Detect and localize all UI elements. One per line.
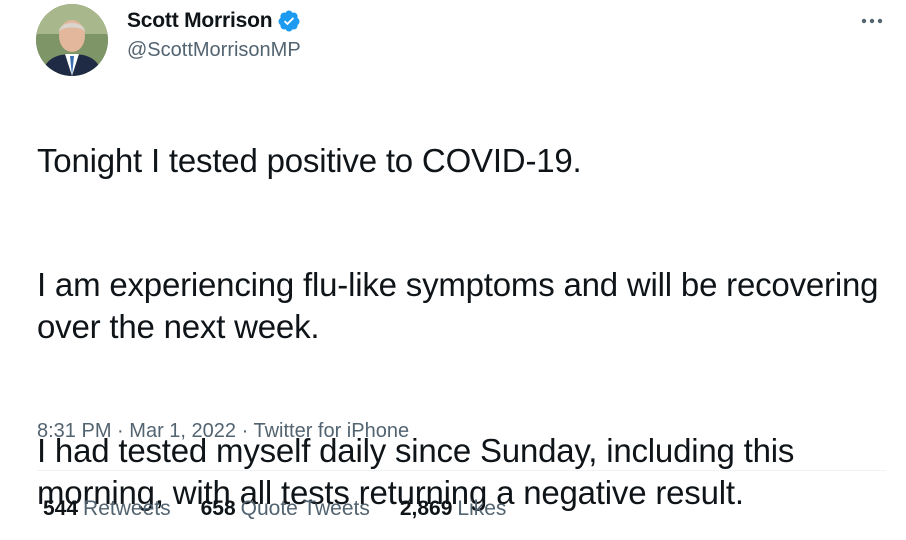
author-handle[interactable]: @ScottMorrisonMP <box>127 39 301 62</box>
retweets-label: Retweets <box>83 497 171 520</box>
tweet-text: Tonight I tested positive to COVID-19. I… <box>37 98 897 540</box>
tweet-time[interactable]: 8:31 PM <box>37 420 111 442</box>
quote-tweets-count: 658 <box>200 497 236 520</box>
more-horizontal-icon <box>861 18 883 24</box>
likes-label: Likes <box>457 497 507 520</box>
divider <box>37 470 886 471</box>
meta-separator: · <box>241 420 249 442</box>
author-name[interactable]: Scott Morrison <box>127 9 273 33</box>
more-options-button[interactable] <box>856 8 888 34</box>
quote-tweets-stat[interactable]: 658 Quote Tweets <box>201 497 370 521</box>
tweet-meta: 8:31 PM · Mar 1, 2022 · Twitter for iPho… <box>37 420 409 443</box>
likes-stat[interactable]: 2,869 Likes <box>400 497 507 521</box>
tweet-paragraph: I am experiencing flu-like symptoms and … <box>37 266 879 345</box>
author-block: Scott Morrison @ScottMorrisonMP <box>127 6 301 62</box>
quote-tweets-label: Quote Tweets <box>240 497 370 520</box>
verified-badge-icon <box>277 9 301 33</box>
retweets-count: 544 <box>43 497 79 520</box>
avatar-portrait-icon <box>36 4 108 76</box>
tweet-date[interactable]: Mar 1, 2022 <box>129 420 236 442</box>
tweet-source[interactable]: Twitter for iPhone <box>253 420 409 442</box>
tweet: Scott Morrison @ScottMorrisonMP Tonight … <box>0 0 906 540</box>
avatar[interactable] <box>36 4 108 76</box>
name-row: Scott Morrison <box>127 6 301 36</box>
tweet-paragraph: Tonight I tested positive to COVID-19. <box>37 142 582 179</box>
retweets-stat[interactable]: 544 Retweets <box>43 497 171 521</box>
meta-separator: · <box>117 420 124 442</box>
tweet-stats: 544 Retweets 658 Quote Tweets 2,869 Likes <box>43 497 536 521</box>
likes-count: 2,869 <box>399 497 453 520</box>
